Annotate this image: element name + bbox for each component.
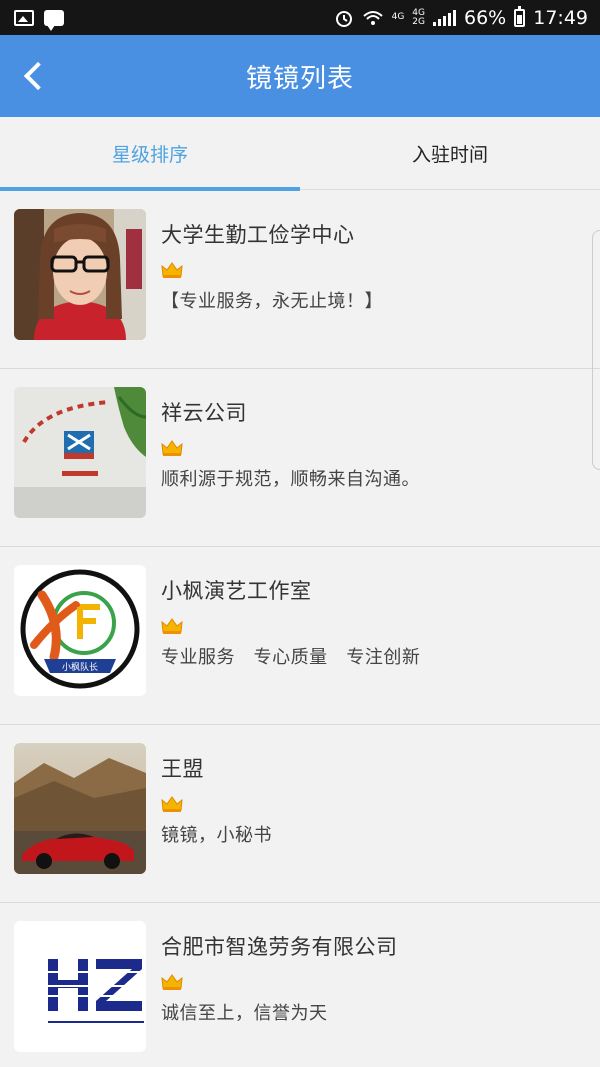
network-type-stack: 4G 2G [412,8,425,27]
chevron-left-icon [23,61,53,91]
item-slogan: 诚信至上，信誉为天 [161,1003,328,1024]
gallery-notification-icon [14,9,34,26]
clock: 17:49 [533,6,588,29]
item-info: 大学生勤工俭学中心 【专业服务，永无止境！】 [161,209,383,368]
battery-icon [514,5,526,27]
item-slogan: 【专业服务，永无止境！】 [161,291,383,312]
list-item[interactable]: 大学生勤工俭学中心 【专业服务，永无止境！】 [0,191,600,369]
status-right: 4G 4G 2G 66% 17:49 [334,5,588,29]
item-name: 祥云公司 [161,401,247,425]
item-slogan: 顺利源于规范，顺畅来自沟通。 [161,469,420,490]
message-notification-icon [44,9,64,31]
page-title: 镜镜列表 [245,63,354,94]
list-item[interactable]: 合肥市智逸劳务有限公司 诚信至上，信誉为天 [0,903,600,1067]
item-name: 合肥市智逸劳务有限公司 [161,935,398,959]
list-item[interactable]: 王盟 镜镜，小秘书 [0,725,600,903]
avatar [14,209,146,340]
item-info: 合肥市智逸劳务有限公司 诚信至上，信誉为天 [161,921,398,1067]
network-type-label: 4G [391,12,405,22]
company-list: 大学生勤工俭学中心 【专业服务，永无止境！】 祥云公司 顺利源于规范，顺畅来自沟… [0,191,600,1067]
sort-tabs: 星级排序 入驻时间 [0,117,600,191]
wifi-icon [362,10,383,25]
app-header: 镜镜列表 [0,35,600,117]
item-info: 王盟 镜镜，小秘书 [161,743,272,902]
item-info: 祥云公司 顺利源于规范，顺畅来自沟通。 [161,387,420,546]
item-slogan: 镜镜，小秘书 [161,825,272,846]
list-item[interactable]: 祥云公司 顺利源于规范，顺畅来自沟通。 [0,369,600,547]
back-button[interactable] [10,51,60,101]
network-type-bottom: 2G [412,16,425,27]
crown-icon [161,618,183,634]
item-name: 王盟 [161,757,204,781]
item-slogan: 专业服务 专心质量 专注创新 [161,647,421,668]
company-logo: 小枫队长 [14,565,146,696]
battery-percent: 66% [464,6,507,29]
alarm-icon [335,10,352,27]
crown-icon [161,974,183,990]
status-left [14,9,64,31]
crown-icon [161,440,183,456]
logo-text: 小枫队长 [62,661,98,673]
item-name: 小枫演艺工作室 [161,579,312,603]
signal-strength-icon [433,9,456,26]
status-bar: 4G 4G 2G 66% 17:49 [0,0,600,35]
list-item[interactable]: 小枫队长 小枫演艺工作室 专业服务 专心质量 专注创新 [0,547,600,725]
tab-join-time[interactable]: 入驻时间 [300,117,600,190]
item-name: 大学生勤工俭学中心 [161,223,355,247]
company-logo [14,921,146,1052]
crown-icon [161,262,183,278]
company-logo [14,387,146,518]
tab-star-rating[interactable]: 星级排序 [0,117,300,191]
avatar [14,743,146,874]
scroll-edge-handle[interactable] [592,230,600,470]
crown-icon [161,796,183,812]
item-info: 小枫演艺工作室 专业服务 专心质量 专注创新 [161,565,420,724]
